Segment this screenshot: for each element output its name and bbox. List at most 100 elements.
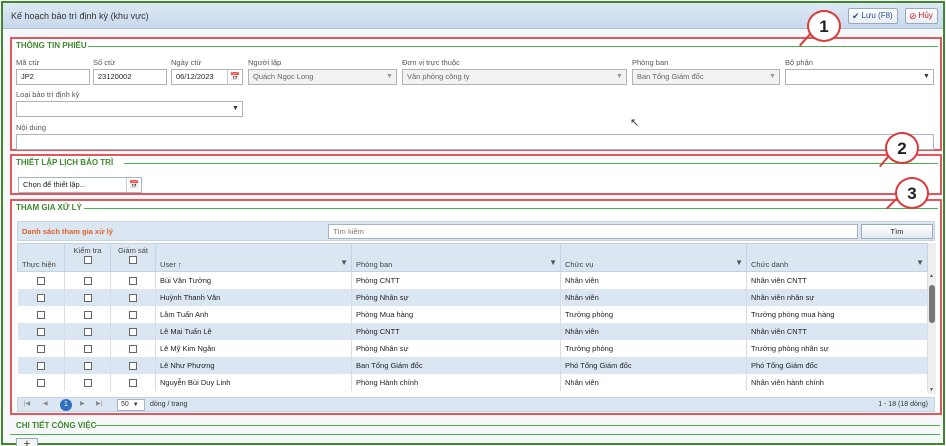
check-icon: ✔ xyxy=(852,11,860,21)
cell-phong-ban: Ban Tổng Giám đốc xyxy=(351,356,561,374)
thuc-hien-checkbox[interactable] xyxy=(17,356,65,374)
giam-sat-checkbox[interactable] xyxy=(110,322,156,340)
table-row[interactable]: Huỳnh Thanh Vân Phòng Nhân sự Nhân viên … xyxy=(17,288,928,306)
so-ct-label: Số ctừ xyxy=(93,58,116,67)
giam-sat-checkbox[interactable] xyxy=(110,339,156,357)
pager: |◀ ◀ 1 ▶ ▶| 50 ▼ dòng / trang 1 - 18 (18… xyxy=(17,397,935,412)
pager-last-icon[interactable]: ▶| xyxy=(96,400,102,407)
dropdown-arrow-icon[interactable]: ▼ xyxy=(920,70,933,84)
cell-chuc-vu: Nhân viên xyxy=(560,373,747,391)
table-row[interactable]: Lê Mỹ Kim Ngân Phòng Nhân sự Trưởng phòn… xyxy=(17,339,928,357)
cell-chuc-vu: Nhân viên xyxy=(560,322,747,340)
save-button[interactable]: ✔ Lưu (F8) xyxy=(848,8,898,24)
sort-asc-icon: ↑ xyxy=(177,260,182,269)
table-row[interactable]: Bùi Văn Tưởng Phòng CNTT Nhân viên Nhân … xyxy=(17,271,928,289)
thuc-hien-checkbox[interactable] xyxy=(17,322,65,340)
table-row[interactable]: Lâm Tuấn Anh Phòng Mua hàng Trưởng phòng… xyxy=(17,305,928,323)
pager-next-icon[interactable]: ▶ xyxy=(80,400,85,407)
kiem-tra-checkbox[interactable] xyxy=(64,288,111,306)
scroll-down-icon[interactable]: ▼ xyxy=(929,387,934,393)
giam-sat-checkbox[interactable] xyxy=(110,356,156,374)
dropdown-arrow-icon[interactable]: ▼ xyxy=(229,102,242,116)
don-vi-field: Văn phòng công ty ▼ xyxy=(402,69,627,85)
search-input[interactable]: Tìm kiếm xyxy=(328,224,858,239)
pager-current-page[interactable]: 1 xyxy=(60,399,72,411)
check-all-giam-sat[interactable] xyxy=(129,256,137,265)
page-size-label: dòng / trang xyxy=(150,401,188,408)
table-row[interactable]: Nguyễn Bùi Duy Linh Phòng Hành chính Nhâ… xyxy=(17,373,928,391)
filter-icon[interactable]: ▼ xyxy=(549,258,557,267)
cell-user: Lê Mỹ Kim Ngân xyxy=(155,339,352,357)
loai-bao-tri-select[interactable]: ▼ xyxy=(16,101,243,117)
thuc-hien-checkbox[interactable] xyxy=(17,271,65,289)
section-title-participants: THAM GIA XỬ LÝ xyxy=(16,203,82,212)
col-giam-sat: Giám sát xyxy=(110,243,156,272)
ma-ct-field[interactable]: JP2 xyxy=(16,69,90,85)
kiem-tra-checkbox[interactable] xyxy=(64,373,111,391)
kiem-tra-checkbox[interactable] xyxy=(64,356,111,374)
thuc-hien-checkbox[interactable] xyxy=(17,339,65,357)
pager-prev-icon[interactable]: ◀ xyxy=(43,400,48,407)
callout-2: 2 xyxy=(885,132,919,164)
don-vi-value: Văn phòng công ty xyxy=(407,72,470,81)
thuc-hien-checkbox[interactable] xyxy=(17,288,65,306)
thuc-hien-checkbox[interactable] xyxy=(17,373,65,391)
giam-sat-checkbox[interactable] xyxy=(110,373,156,391)
table-row[interactable]: Lê Mai Tuấn Lê Phòng CNTT Nhân viên Nhân… xyxy=(17,322,928,340)
table-row[interactable]: Lê Như Phương Ban Tổng Giám đốc Phó Tổng… xyxy=(17,356,928,374)
cell-chuc-vu: Nhân viên xyxy=(560,271,747,289)
filter-icon[interactable]: ▼ xyxy=(916,258,924,267)
phong-ban-label: Phòng ban xyxy=(632,58,669,67)
cell-user: Lê Như Phương xyxy=(155,356,352,374)
cell-chuc-vu: Trưởng phòng xyxy=(560,305,747,323)
scrollbar-thumb[interactable] xyxy=(929,285,935,323)
section-divider xyxy=(10,434,940,435)
ngay-ct-field[interactable]: 06/12/2023 📅 xyxy=(171,69,243,85)
kiem-tra-checkbox[interactable] xyxy=(64,305,111,323)
ngay-ct-value: 06/12/2023 xyxy=(176,72,214,81)
cell-chuc-danh: Trưởng phòng nhân sự xyxy=(746,339,928,357)
kiem-tra-checkbox[interactable] xyxy=(64,322,111,340)
cell-chuc-danh: Phó Tổng Giám đốc xyxy=(746,356,928,374)
col-phong-ban-label: Phòng ban xyxy=(356,260,393,269)
section-divider xyxy=(84,208,938,209)
thuc-hien-checkbox[interactable] xyxy=(17,305,65,323)
noi-dung-field[interactable] xyxy=(16,134,934,150)
add-icon[interactable]: + xyxy=(16,438,38,446)
col-chuc-vu[interactable]: Chức vụ ▼ xyxy=(560,243,747,272)
scroll-up-icon[interactable]: ▲ xyxy=(929,273,934,279)
nguoi-lap-label: Người lập xyxy=(248,58,282,67)
col-chuc-danh[interactable]: Chức danh ▼ xyxy=(746,243,928,272)
so-ct-field[interactable]: 23120002 xyxy=(93,69,167,85)
kiem-tra-checkbox[interactable] xyxy=(64,271,111,289)
calendar-icon[interactable]: 📅 xyxy=(126,178,141,192)
giam-sat-checkbox[interactable] xyxy=(110,305,156,323)
col-user[interactable]: User ↑ ▼ xyxy=(155,243,352,272)
schedule-field[interactable]: Chọn để thiết lập... 📅 xyxy=(18,177,142,193)
cancel-button[interactable]: ⊘ Hủy xyxy=(905,8,938,24)
search-button[interactable]: Tìm xyxy=(861,224,933,239)
bo-phan-select[interactable]: ▼ xyxy=(785,69,934,85)
cell-chuc-vu: Nhân viên xyxy=(560,288,747,306)
window-title: Kế hoạch bảo trì định kỳ (khu vực) xyxy=(11,11,149,21)
kiem-tra-checkbox[interactable] xyxy=(64,339,111,357)
calendar-icon[interactable]: 📅 xyxy=(227,70,242,84)
cancel-label: Hủy xyxy=(918,11,933,20)
col-thuc-hien: Thực hiện xyxy=(17,243,65,272)
check-all-kiem-tra[interactable] xyxy=(83,256,92,265)
col-phong-ban[interactable]: Phòng ban ▼ xyxy=(351,243,561,272)
table-scrollbar[interactable]: ▲ ▼ xyxy=(928,243,936,394)
filter-icon[interactable]: ▼ xyxy=(735,258,743,267)
giam-sat-checkbox[interactable] xyxy=(110,271,156,289)
section-divider xyxy=(88,46,938,47)
cell-user: Nguyễn Bùi Duy Linh xyxy=(155,373,352,391)
filter-icon[interactable]: ▼ xyxy=(340,258,348,267)
section-divider xyxy=(95,425,940,426)
giam-sat-checkbox[interactable] xyxy=(110,288,156,306)
page-size-select[interactable]: 50 ▼ xyxy=(117,399,145,411)
col-kiem-tra: Kiểm tra xyxy=(64,243,111,272)
pager-first-icon[interactable]: |◀ xyxy=(24,400,30,407)
participants-table: Thực hiện Kiểm tra Giám sát User ↑ ▼ Phòn… xyxy=(17,243,928,391)
col-chuc-danh-label: Chức danh xyxy=(751,260,789,269)
page-size-value: 50 xyxy=(121,401,129,408)
